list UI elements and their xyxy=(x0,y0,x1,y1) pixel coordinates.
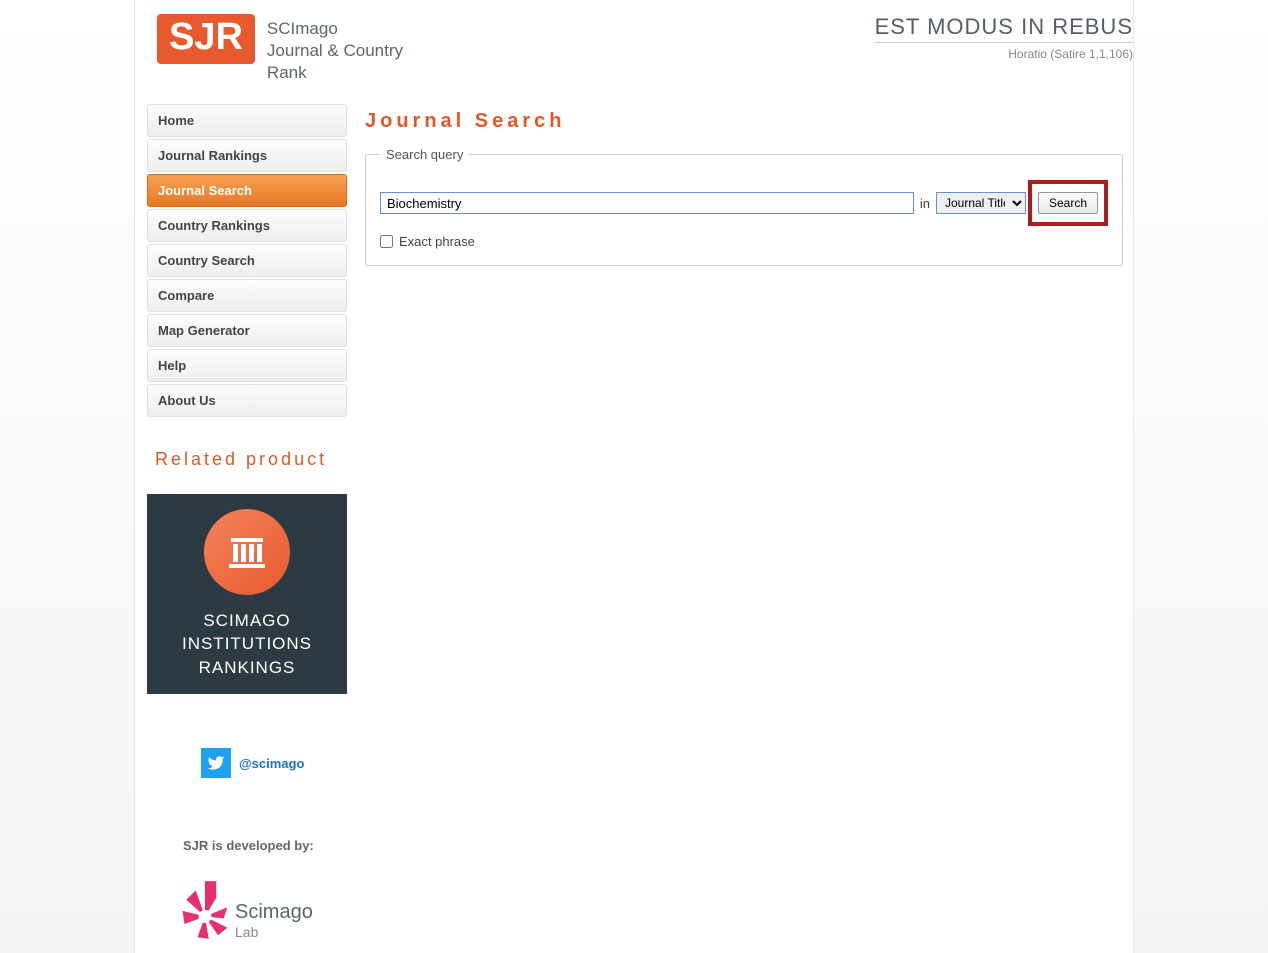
lab-name: Scimago xyxy=(235,901,313,924)
related-line3: RANKINGS xyxy=(182,656,312,680)
exact-phrase-checkbox[interactable] xyxy=(380,235,393,248)
twitter-icon xyxy=(201,748,231,778)
nav-item-home[interactable]: Home xyxy=(147,104,347,137)
logo-line1: SCImago xyxy=(267,18,403,40)
nav-item-about-us[interactable]: About Us xyxy=(147,384,347,417)
tagline: EST MODUS IN REBUS Horatio (Satire 1,1,1… xyxy=(875,14,1133,61)
search-query-fieldset: Search query in Journal Title Search Exa… xyxy=(365,147,1123,266)
institution-icon xyxy=(204,509,290,595)
main-content: Journal Search Search query in Journal T… xyxy=(365,104,1123,953)
lab-sub: Lab xyxy=(235,924,313,940)
twitter-link[interactable]: @scimago xyxy=(201,748,347,778)
related-product-card[interactable]: SCIMAGO INSTITUTIONS RANKINGS xyxy=(147,494,347,694)
in-label: in xyxy=(920,196,930,211)
search-input[interactable] xyxy=(380,192,914,214)
search-query-legend: Search query xyxy=(380,147,469,162)
logo-line2: Journal & Country xyxy=(267,40,403,62)
tagline-main: EST MODUS IN REBUS xyxy=(875,14,1133,43)
logo-line3: Rank xyxy=(267,62,403,84)
search-button-highlight: Search xyxy=(1028,180,1108,226)
nav-item-map-generator[interactable]: Map Generator xyxy=(147,314,347,347)
logo-text: SCImago Journal & Country Rank xyxy=(267,14,403,84)
related-line1: SCIMAGO xyxy=(182,609,312,633)
nav-item-country-rankings[interactable]: Country Rankings xyxy=(147,209,347,242)
nav-item-journal-rankings[interactable]: Journal Rankings xyxy=(147,139,347,172)
sidebar: HomeJournal RankingsJournal SearchCountr… xyxy=(147,104,347,953)
header: SJR SCImago Journal & Country Rank EST M… xyxy=(135,0,1133,84)
tagline-sub: Horatio (Satire 1,1,106) xyxy=(875,47,1133,61)
twitter-handle: @scimago xyxy=(239,756,304,771)
search-scope-select[interactable]: Journal Title xyxy=(936,192,1026,214)
nav-item-journal-search[interactable]: Journal Search xyxy=(147,174,347,207)
nav-item-help[interactable]: Help xyxy=(147,349,347,382)
lab-text: Scimago Lab xyxy=(235,881,313,940)
sjr-logo-icon: SJR xyxy=(157,14,255,64)
nav-item-country-search[interactable]: Country Search xyxy=(147,244,347,277)
exact-phrase-label: Exact phrase xyxy=(399,234,475,249)
scimago-lab-icon xyxy=(177,867,233,953)
nav-item-compare[interactable]: Compare xyxy=(147,279,347,312)
related-line2: INSTITUTIONS xyxy=(182,632,312,656)
scimago-lab-logo[interactable]: Scimago Lab xyxy=(177,867,347,953)
page-title: Journal Search xyxy=(365,110,1123,133)
logo-area[interactable]: SJR SCImago Journal & Country Rank xyxy=(135,14,403,84)
search-button[interactable]: Search xyxy=(1038,192,1098,214)
related-card-text: SCIMAGO INSTITUTIONS RANKINGS xyxy=(182,609,312,680)
related-product-title: Related product xyxy=(155,449,347,470)
developed-by-label: SJR is developed by: xyxy=(183,838,347,853)
